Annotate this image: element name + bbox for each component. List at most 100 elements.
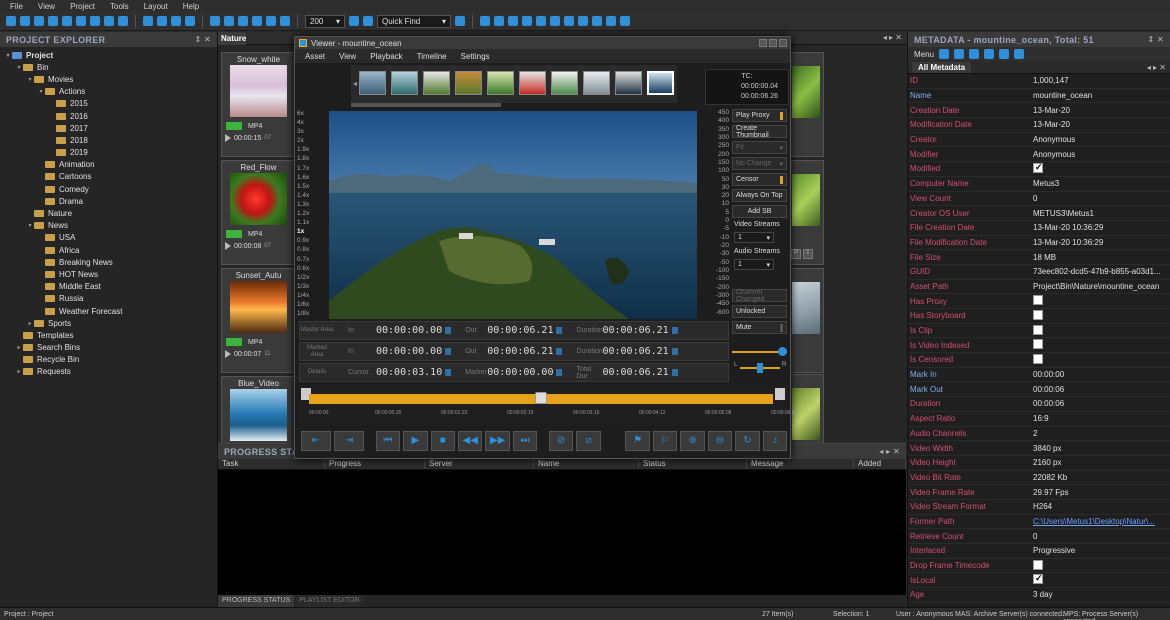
asset-card-partial[interactable]: P I [786,160,824,265]
set-marker-icon[interactable]: ⚑ [625,431,650,451]
send-icon[interactable] [620,16,630,26]
play-icon[interactable]: ▶ [403,431,428,451]
metadata-row[interactable]: Drop Frame Timecode [908,559,1170,574]
forward-icon[interactable] [157,16,167,26]
thumbnail-strip[interactable]: ◂ ▸ [351,65,677,103]
upload-icon[interactable] [480,16,490,26]
play-icon[interactable] [225,242,231,250]
column-header[interactable]: Status [639,459,747,469]
minimize-icon[interactable] [759,39,767,47]
third-timecode[interactable]: 00:00:06.21 [602,346,668,357]
folder-icon[interactable] [969,49,980,59]
timeline[interactable]: 00:00:00 00:00:00.26 00:00:01.23 00:00:02.1… [299,386,797,424]
document-2-icon[interactable] [578,16,588,26]
search-icon[interactable] [455,16,465,26]
panel-controls[interactable]: ⇕ ✕ [1147,35,1164,44]
panel-controls[interactable]: ◂ ▸ ✕ [879,447,900,456]
metadata-row[interactable]: Audio Channels 2 [908,427,1170,442]
app-icon[interactable] [6,16,16,26]
metadata-value[interactable] [1033,295,1169,307]
maximize-icon[interactable] [769,39,777,47]
menu-item-file[interactable]: File [10,2,23,11]
panel-controls[interactable]: ◂ ▸ ✕ [883,33,902,42]
checkbox[interactable] [1033,295,1043,306]
save-icon[interactable] [984,49,995,59]
out-timecode[interactable]: 00:00:00.00 [487,367,553,378]
metadata-row[interactable]: Creation Date 13-Mar-20 [908,103,1170,119]
metadata-value[interactable] [1033,339,1169,351]
speed-option[interactable]: 0.8x [297,245,313,254]
zoom-select[interactable]: 200 ▾ [305,14,345,28]
frame-thumbnail[interactable] [455,71,482,95]
tree-item[interactable]: 2019 [0,147,217,159]
volume-knob[interactable] [778,347,787,356]
video-streams-select[interactable]: 1 ▾ [734,232,774,243]
rewind-icon[interactable]: ◀◀ [457,431,483,451]
speed-option[interactable]: 0.7x [297,255,313,264]
unlocked-button[interactable]: Unlocked [732,305,787,318]
upload-2-icon[interactable] [494,16,504,26]
always-on-top-button[interactable]: Always On Top [732,189,787,202]
document-icon[interactable] [564,16,574,26]
tree-item[interactable]: Middle East [0,281,217,293]
checkbox[interactable] [1033,559,1043,570]
tree-item[interactable]: ▾ Bin [0,61,217,73]
playlist-icon[interactable] [606,16,616,26]
metadata-row[interactable]: File Size 18 MB [908,250,1170,265]
speed-option[interactable]: 1.7x [297,164,313,173]
viewer-menu-settings[interactable]: Settings [461,52,490,61]
viewer-menu-timeline[interactable]: Timeline [417,52,447,61]
metadata-row[interactable]: Video Height 2160 px [908,456,1170,471]
play-icon[interactable] [225,134,231,142]
column-header[interactable]: Name [534,459,639,469]
channel-changed-button[interactable]: Channel Changed [732,289,787,303]
out-timecode[interactable]: 00:00:06.21 [487,325,553,336]
metadata-value[interactable] [1033,309,1169,322]
playhead[interactable] [535,392,547,404]
metadata-row[interactable]: Is Censored [908,353,1170,368]
delete-icon[interactable] [34,16,44,26]
metadata-row[interactable]: Name mountine_ocean [908,89,1170,104]
frame-thumbnail[interactable] [583,71,610,95]
tab-nature[interactable]: Nature [218,32,246,45]
metadata-row[interactable]: Mark In 00:00:00 [908,368,1170,383]
metadata-row[interactable]: Duration 00:00:06 [908,397,1170,412]
speed-option[interactable]: 6x [297,109,313,118]
frame-thumbnail[interactable] [391,71,418,95]
metadata-row[interactable]: Is Video Indexed [908,338,1170,354]
create-thumbnail-button[interactable]: Create Thumbnail [732,125,787,139]
asset-card-partial[interactable] [786,268,824,373]
in-timecode[interactable]: 00:00:03.10 [376,367,442,378]
column-header[interactable]: Task [218,459,325,469]
metadata-row[interactable]: ID 1,000,147 [908,74,1170,89]
third-timecode[interactable]: 00:00:06.21 [602,367,668,378]
audio-icon[interactable]: ♪ [762,431,788,451]
in-timecode[interactable]: 00:00:00.00 [376,346,442,357]
audio-streams-select[interactable]: 1 ▾ [734,259,774,270]
frame-thumbnail[interactable] [615,71,642,95]
speed-option[interactable]: 1/2x [297,273,313,282]
menu-button[interactable]: Menu [914,50,934,59]
asset-card[interactable]: Sunset_Autu MP4 00:00:07 11 [221,268,296,373]
speed-option[interactable]: 0.6x [297,264,313,273]
expand-arrow-icon[interactable]: ▾ [37,88,45,95]
metadata-row[interactable]: Video Width 3840 px [908,441,1170,456]
fit-select[interactable]: Fit ▾ [732,141,787,154]
asset-card[interactable]: Snow_white MP4 00:00:15 07 [221,52,296,157]
frame-thumbnail[interactable] [519,71,546,95]
tree-item[interactable]: USA [0,232,217,244]
tree-item[interactable]: 2015 [0,98,217,110]
tree-item[interactable]: ▸ Search Bins [0,342,217,354]
filter-icon[interactable] [349,16,359,26]
speed-option[interactable]: 1.1x [297,218,313,227]
checkbox[interactable] [1033,324,1043,335]
tree-item[interactable]: 2018 [0,134,217,146]
list-icon[interactable] [954,49,965,59]
menu-item-view[interactable]: View [38,2,55,11]
frame-thumbnail[interactable] [423,71,450,95]
loop-icon[interactable]: ↻ [735,431,760,451]
tree-item[interactable]: Africa [0,244,217,256]
speed-option[interactable]: 1/6x [297,300,313,309]
column-header[interactable]: Progress [325,459,425,469]
speed-option[interactable]: 2x [297,136,313,145]
